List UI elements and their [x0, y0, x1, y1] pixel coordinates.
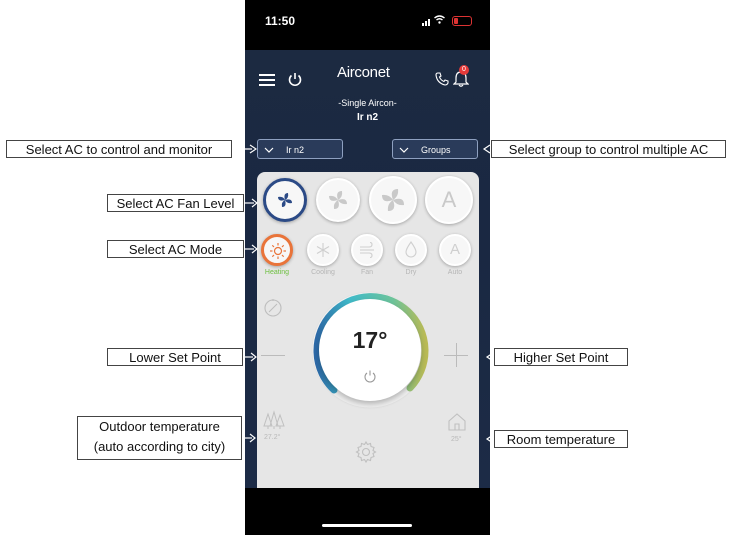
mode-label-cooling: Cooling — [311, 269, 335, 276]
room-temp-value: 25° — [451, 436, 462, 443]
swing-icon[interactable] — [263, 298, 283, 318]
mode-label-auto: Auto — [447, 269, 463, 276]
set-point-display: 17° — [319, 299, 421, 401]
gear-icon[interactable] — [354, 440, 378, 464]
phone-call-icon[interactable] — [435, 72, 449, 86]
mode-label-fan: Fan — [360, 269, 374, 276]
control-panel: A A Heating Cooling Fan Dry Auto 17° 27.… — [257, 172, 479, 488]
phone-screen: 11:50 Airconet 0 -Single Aircon- Ir n2 I… — [245, 0, 490, 535]
arrow-left-icon — [485, 434, 494, 444]
lower-set-point-button[interactable] — [261, 355, 285, 356]
arrow-left-icon — [485, 352, 494, 362]
callout-outdoor-line1: Outdoor temperature — [99, 419, 220, 434]
signal-icon — [422, 23, 424, 26]
arrow-right-icon — [243, 352, 257, 362]
snowflake-icon — [316, 243, 330, 257]
arrow-left-icon — [482, 144, 491, 154]
fan-mode-icon — [360, 241, 374, 259]
app-screen: Airconet 0 -Single Aircon- Ir n2 Ir n2 G… — [245, 50, 490, 488]
fan-level-auto-button[interactable]: A — [425, 176, 473, 224]
callout-lower-set-point: Lower Set Point — [107, 348, 243, 366]
callout-room-temperature: Room temperature — [494, 430, 628, 448]
outdoor-trees-icon — [263, 410, 285, 429]
home-indicator[interactable] — [322, 524, 412, 527]
mode-fan-button[interactable] — [351, 234, 383, 266]
status-icons — [422, 14, 472, 28]
wifi-icon — [434, 15, 445, 24]
fan-low-icon — [278, 193, 292, 207]
fan-level-medium-button[interactable] — [316, 178, 360, 222]
callout-outdoor-temperature: Outdoor temperature (auto according to c… — [77, 416, 242, 460]
arrow-right-icon — [232, 144, 258, 154]
battery-icon — [452, 16, 472, 26]
fan-level-high-button[interactable] — [369, 176, 417, 224]
power-icon[interactable] — [287, 71, 303, 87]
callout-mode: Select AC Mode — [107, 240, 244, 258]
droplet-icon — [405, 241, 417, 258]
chevron-down-icon — [399, 147, 409, 153]
callout-fan-level: Select AC Fan Level — [107, 194, 244, 212]
group-select-value: Groups — [421, 145, 451, 155]
mode-dry-button[interactable] — [395, 234, 427, 266]
arrow-right-icon — [244, 244, 258, 254]
callout-higher-set-point: Higher Set Point — [494, 348, 628, 366]
signal-bar — [428, 19, 430, 26]
higher-set-point-button-vertical[interactable] — [456, 343, 457, 367]
fan-high-icon — [382, 189, 404, 211]
status-bar: 11:50 — [245, 0, 490, 50]
mode-subtitle: -Single Aircon- — [338, 98, 397, 108]
signal-bar — [425, 21, 427, 26]
callout-outdoor-line2: (auto according to city) — [93, 439, 226, 454]
unit-power-icon[interactable] — [363, 369, 377, 383]
group-select-dropdown[interactable]: Groups — [392, 139, 478, 159]
status-time: 11:50 — [265, 14, 296, 28]
set-point-value: 17° — [352, 327, 388, 353]
callout-select-group: Select group to control multiple AC — [491, 140, 726, 158]
outdoor-temp-value: 27.2° — [264, 434, 281, 441]
ac-select-dropdown[interactable]: Ir n2 — [257, 139, 343, 159]
auto-icon: A — [449, 241, 460, 258]
app-logo: Airconet — [337, 64, 390, 81]
home-icon — [448, 413, 466, 431]
mode-label-dry: Dry — [405, 269, 417, 276]
arrow-right-icon — [244, 198, 258, 208]
callout-select-ac: Select AC to control and monitor — [6, 140, 232, 158]
sun-icon — [270, 243, 286, 259]
fan-medium-icon — [329, 191, 347, 209]
notification-badge: 0 — [459, 65, 469, 75]
mode-label-heating: Heating — [264, 269, 290, 276]
fan-auto-icon: A — [441, 187, 457, 212]
fan-level-low-button[interactable] — [263, 178, 307, 222]
chevron-down-icon — [264, 147, 274, 153]
menu-icon[interactable] — [259, 74, 275, 86]
mode-auto-button[interactable]: A — [439, 234, 471, 266]
mode-heating-button[interactable] — [261, 234, 293, 266]
arrow-right-icon — [242, 433, 256, 443]
mode-cooling-button[interactable] — [307, 234, 339, 266]
unit-name: Ir n2 — [356, 112, 379, 123]
ac-select-value: Ir n2 — [286, 145, 305, 155]
